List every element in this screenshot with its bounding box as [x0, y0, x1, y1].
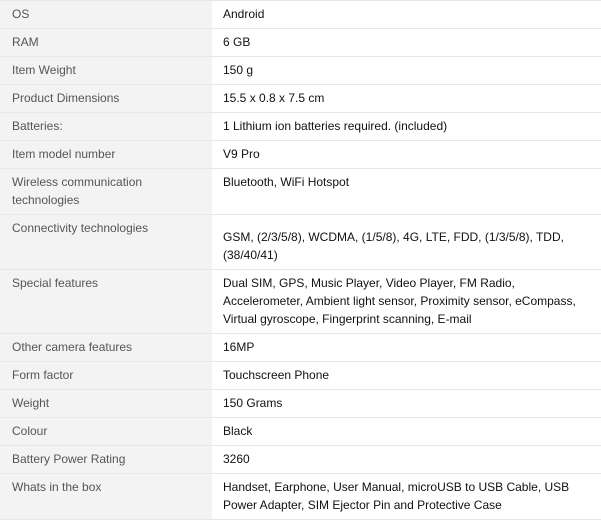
- spec-value-colour: Black: [212, 417, 601, 446]
- spec-value-weight: 150 Grams: [212, 389, 601, 418]
- spec-label-batteries: Batteries:: [0, 112, 212, 141]
- spec-label-other-camera-features: Other camera features: [0, 333, 212, 362]
- spec-value-ram: 6 GB: [212, 28, 601, 57]
- spec-label-os: OS: [0, 0, 212, 29]
- table-row: OS Android: [0, 0, 601, 29]
- spec-label-ram: RAM: [0, 28, 212, 57]
- spec-label-connectivity: Connectivity technologies: [0, 214, 212, 270]
- table-row: Special features Dual SIM, GPS, Music Pl…: [0, 269, 601, 334]
- table-row: Product Dimensions 15.5 x 0.8 x 7.5 cm: [0, 84, 601, 113]
- table-row: Batteries: 1 Lithium ion batteries requi…: [0, 112, 601, 141]
- product-details-table: OS Android RAM 6 GB Item Weight 150 g Pr…: [0, 0, 601, 520]
- table-row: Form factor Touchscreen Phone: [0, 361, 601, 390]
- spec-label-form-factor: Form factor: [0, 361, 212, 390]
- spec-label-product-dimensions: Product Dimensions: [0, 84, 212, 113]
- spec-value-product-dimensions: 15.5 x 0.8 x 7.5 cm: [212, 84, 601, 113]
- spec-value-os: Android: [212, 0, 601, 29]
- spec-label-weight: Weight: [0, 389, 212, 418]
- spec-label-wireless-communication: Wireless communication technologies: [0, 168, 212, 215]
- spec-label-item-weight: Item Weight: [0, 56, 212, 85]
- spec-label-whats-in-the-box: Whats in the box: [0, 473, 212, 520]
- spec-label-colour: Colour: [0, 417, 212, 446]
- spec-label-item-model-number: Item model number: [0, 140, 212, 169]
- table-row: Item model number V9 Pro: [0, 140, 601, 169]
- table-row: Colour Black: [0, 417, 601, 446]
- spec-value-batteries: 1 Lithium ion batteries required. (inclu…: [212, 112, 601, 141]
- table-row: Battery Power Rating 3260: [0, 445, 601, 474]
- spec-value-connectivity: GSM, (2/3/5/8), WCDMA, (1/5/8), 4G, LTE,…: [212, 214, 601, 270]
- spec-label-special-features: Special features: [0, 269, 212, 334]
- spec-value-special-features: Dual SIM, GPS, Music Player, Video Playe…: [212, 269, 601, 334]
- table-row: Wireless communication technologies Blue…: [0, 168, 601, 215]
- table-row: Item Weight 150 g: [0, 56, 601, 85]
- table-row: RAM 6 GB: [0, 28, 601, 57]
- spec-value-battery-power-rating: 3260: [212, 445, 601, 474]
- spec-value-wireless-communication: Bluetooth, WiFi Hotspot: [212, 168, 601, 215]
- table-row: Other camera features 16MP: [0, 333, 601, 362]
- spec-value-item-model-number: V9 Pro: [212, 140, 601, 169]
- table-row: Whats in the box Handset, Earphone, User…: [0, 473, 601, 520]
- table-row: Weight 150 Grams: [0, 389, 601, 418]
- spec-value-item-weight: 150 g: [212, 56, 601, 85]
- spec-value-form-factor: Touchscreen Phone: [212, 361, 601, 390]
- spec-label-battery-power-rating: Battery Power Rating: [0, 445, 212, 474]
- spec-value-whats-in-the-box: Handset, Earphone, User Manual, microUSB…: [212, 473, 601, 520]
- spec-value-other-camera-features: 16MP: [212, 333, 601, 362]
- table-row: Connectivity technologies GSM, (2/3/5/8)…: [0, 214, 601, 270]
